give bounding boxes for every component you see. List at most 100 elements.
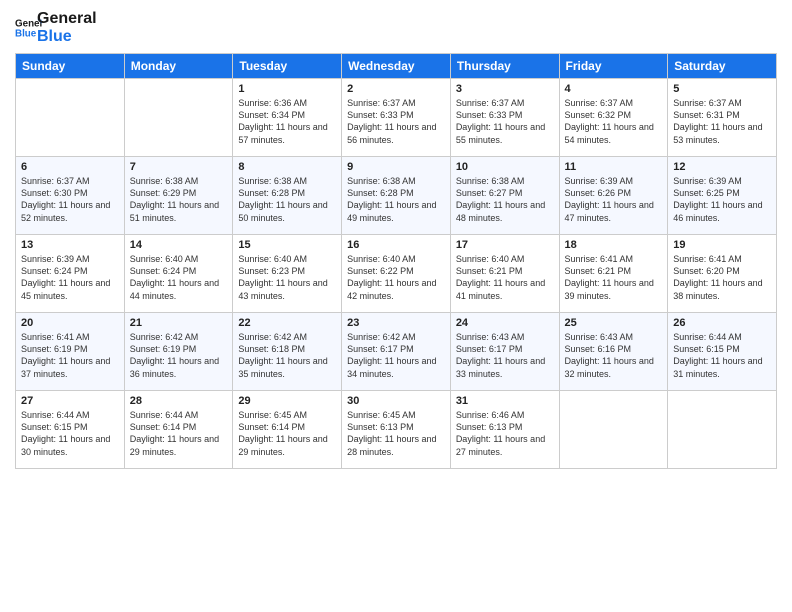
- day-info: Sunrise: 6:42 AMSunset: 6:19 PMDaylight:…: [130, 331, 228, 380]
- day-number: 21: [130, 317, 228, 329]
- day-number: 3: [456, 83, 554, 95]
- calendar-cell: 30 Sunrise: 6:45 AMSunset: 6:13 PMDayligh…: [342, 391, 451, 469]
- day-info: Sunrise: 6:43 AMSunset: 6:16 PMDaylight:…: [565, 331, 663, 380]
- day-info: Sunrise: 6:40 AMSunset: 6:24 PMDaylight:…: [130, 253, 228, 302]
- day-info: Sunrise: 6:39 AMSunset: 6:25 PMDaylight:…: [673, 175, 771, 224]
- header: General Blue General Blue: [15, 10, 777, 45]
- day-info: Sunrise: 6:44 AMSunset: 6:15 PMDaylight:…: [673, 331, 771, 380]
- calendar-cell: 20 Sunrise: 6:41 AMSunset: 6:19 PMDayligh…: [16, 313, 125, 391]
- day-info: Sunrise: 6:41 AMSunset: 6:21 PMDaylight:…: [565, 253, 663, 302]
- day-info: Sunrise: 6:38 AMSunset: 6:28 PMDaylight:…: [238, 175, 336, 224]
- day-info: Sunrise: 6:43 AMSunset: 6:17 PMDaylight:…: [456, 331, 554, 380]
- calendar-week-row: 20 Sunrise: 6:41 AMSunset: 6:19 PMDayligh…: [16, 313, 777, 391]
- calendar-week-row: 13Sunrise: 6:39 AMSunset: 6:24 PMDayligh…: [16, 235, 777, 313]
- page: General Blue General Blue SundayMondayTu…: [0, 0, 792, 612]
- day-number: 24: [456, 317, 554, 329]
- calendar-cell: 5 Sunrise: 6:37 AMSunset: 6:31 PMDaylight…: [668, 79, 777, 157]
- day-info: Sunrise: 6:46 AMSunset: 6:13 PMDaylight:…: [456, 409, 554, 458]
- calendar-cell: 28Sunrise: 6:44 AMSunset: 6:14 PMDayligh…: [124, 391, 233, 469]
- calendar-cell: 17 Sunrise: 6:40 AMSunset: 6:21 PMDayligh…: [450, 235, 559, 313]
- day-number: 27: [21, 395, 119, 407]
- weekday-header-wednesday: Wednesday: [342, 54, 451, 79]
- calendar-cell: 4Sunrise: 6:37 AMSunset: 6:32 PMDaylight…: [559, 79, 668, 157]
- day-number: 16: [347, 239, 445, 251]
- day-number: 20: [21, 317, 119, 329]
- day-info: Sunrise: 6:45 AMSunset: 6:13 PMDaylight:…: [347, 409, 445, 458]
- day-info: Sunrise: 6:37 AMSunset: 6:33 PMDaylight:…: [456, 97, 554, 146]
- day-info: Sunrise: 6:37 AMSunset: 6:30 PMDaylight:…: [21, 175, 119, 224]
- calendar-cell: 15 Sunrise: 6:40 AMSunset: 6:23 PMDayligh…: [233, 235, 342, 313]
- day-info: Sunrise: 6:38 AMSunset: 6:27 PMDaylight:…: [456, 175, 554, 224]
- day-info: Sunrise: 6:41 AMSunset: 6:19 PMDaylight:…: [21, 331, 119, 380]
- calendar-cell: 19 Sunrise: 6:41 AMSunset: 6:20 PMDayligh…: [668, 235, 777, 313]
- weekday-header-thursday: Thursday: [450, 54, 559, 79]
- day-info: Sunrise: 6:44 AMSunset: 6:15 PMDaylight:…: [21, 409, 119, 458]
- day-info: Sunrise: 6:38 AMSunset: 6:28 PMDaylight:…: [347, 175, 445, 224]
- day-info: Sunrise: 6:40 AMSunset: 6:23 PMDaylight:…: [238, 253, 336, 302]
- weekday-header-tuesday: Tuesday: [233, 54, 342, 79]
- svg-text:Blue: Blue: [15, 28, 37, 39]
- day-number: 5: [673, 83, 771, 95]
- day-number: 31: [456, 395, 554, 407]
- calendar-week-row: 1Sunrise: 6:36 AMSunset: 6:34 PMDaylight…: [16, 79, 777, 157]
- calendar-cell: [559, 391, 668, 469]
- day-info: Sunrise: 6:41 AMSunset: 6:20 PMDaylight:…: [673, 253, 771, 302]
- day-number: 29: [238, 395, 336, 407]
- day-number: 19: [673, 239, 771, 251]
- calendar-cell: 23Sunrise: 6:42 AMSunset: 6:17 PMDayligh…: [342, 313, 451, 391]
- day-number: 14: [130, 239, 228, 251]
- day-number: 30: [347, 395, 445, 407]
- day-info: Sunrise: 6:37 AMSunset: 6:33 PMDaylight:…: [347, 97, 445, 146]
- calendar-cell: 16Sunrise: 6:40 AMSunset: 6:22 PMDayligh…: [342, 235, 451, 313]
- day-info: Sunrise: 6:45 AMSunset: 6:14 PMDaylight:…: [238, 409, 336, 458]
- day-number: 7: [130, 161, 228, 173]
- weekday-header-sunday: Sunday: [16, 54, 125, 79]
- logo-blue: Blue: [37, 28, 97, 46]
- calendar-cell: 2 Sunrise: 6:37 AMSunset: 6:33 PMDaylight…: [342, 79, 451, 157]
- calendar-table: SundayMondayTuesdayWednesdayThursdayFrid…: [15, 53, 777, 469]
- calendar-cell: 31 Sunrise: 6:46 AMSunset: 6:13 PMDayligh…: [450, 391, 559, 469]
- day-info: Sunrise: 6:38 AMSunset: 6:29 PMDaylight:…: [130, 175, 228, 224]
- calendar-cell: 27 Sunrise: 6:44 AMSunset: 6:15 PMDayligh…: [16, 391, 125, 469]
- calendar-cell: [16, 79, 125, 157]
- day-number: 17: [456, 239, 554, 251]
- day-number: 6: [21, 161, 119, 173]
- calendar-cell: 8 Sunrise: 6:38 AMSunset: 6:28 PMDaylight…: [233, 157, 342, 235]
- calendar-week-row: 6 Sunrise: 6:37 AMSunset: 6:30 PMDaylight…: [16, 157, 777, 235]
- day-number: 12: [673, 161, 771, 173]
- day-info: Sunrise: 6:37 AMSunset: 6:31 PMDaylight:…: [673, 97, 771, 146]
- calendar-cell: 26Sunrise: 6:44 AMSunset: 6:15 PMDayligh…: [668, 313, 777, 391]
- day-number: 2: [347, 83, 445, 95]
- day-info: Sunrise: 6:42 AMSunset: 6:17 PMDaylight:…: [347, 331, 445, 380]
- calendar-cell: 9 Sunrise: 6:38 AMSunset: 6:28 PMDaylight…: [342, 157, 451, 235]
- weekday-header-friday: Friday: [559, 54, 668, 79]
- calendar-cell: [668, 391, 777, 469]
- day-number: 25: [565, 317, 663, 329]
- calendar-cell: 6 Sunrise: 6:37 AMSunset: 6:30 PMDaylight…: [16, 157, 125, 235]
- day-number: 28: [130, 395, 228, 407]
- calendar-cell: 7 Sunrise: 6:38 AMSunset: 6:29 PMDaylight…: [124, 157, 233, 235]
- calendar-cell: 12 Sunrise: 6:39 AMSunset: 6:25 PMDayligh…: [668, 157, 777, 235]
- day-number: 10: [456, 161, 554, 173]
- day-number: 15: [238, 239, 336, 251]
- logo: General Blue General Blue: [15, 10, 97, 45]
- calendar-cell: 10 Sunrise: 6:38 AMSunset: 6:27 PMDayligh…: [450, 157, 559, 235]
- day-info: Sunrise: 6:39 AMSunset: 6:24 PMDaylight:…: [21, 253, 119, 302]
- calendar-cell: 25 Sunrise: 6:43 AMSunset: 6:16 PMDayligh…: [559, 313, 668, 391]
- day-info: Sunrise: 6:37 AMSunset: 6:32 PMDaylight:…: [565, 97, 663, 146]
- day-number: 8: [238, 161, 336, 173]
- calendar-cell: 11 Sunrise: 6:39 AMSunset: 6:26 PMDayligh…: [559, 157, 668, 235]
- day-info: Sunrise: 6:39 AMSunset: 6:26 PMDaylight:…: [565, 175, 663, 224]
- day-number: 22: [238, 317, 336, 329]
- calendar-cell: [124, 79, 233, 157]
- weekday-header-row: SundayMondayTuesdayWednesdayThursdayFrid…: [16, 54, 777, 79]
- day-number: 9: [347, 161, 445, 173]
- day-info: Sunrise: 6:40 AMSunset: 6:21 PMDaylight:…: [456, 253, 554, 302]
- calendar-cell: 18Sunrise: 6:41 AMSunset: 6:21 PMDayligh…: [559, 235, 668, 313]
- calendar-cell: 21 Sunrise: 6:42 AMSunset: 6:19 PMDayligh…: [124, 313, 233, 391]
- logo-general: General: [37, 10, 97, 28]
- calendar-cell: 24 Sunrise: 6:43 AMSunset: 6:17 PMDayligh…: [450, 313, 559, 391]
- day-number: 11: [565, 161, 663, 173]
- calendar-cell: 13Sunrise: 6:39 AMSunset: 6:24 PMDayligh…: [16, 235, 125, 313]
- day-info: Sunrise: 6:36 AMSunset: 6:34 PMDaylight:…: [238, 97, 336, 146]
